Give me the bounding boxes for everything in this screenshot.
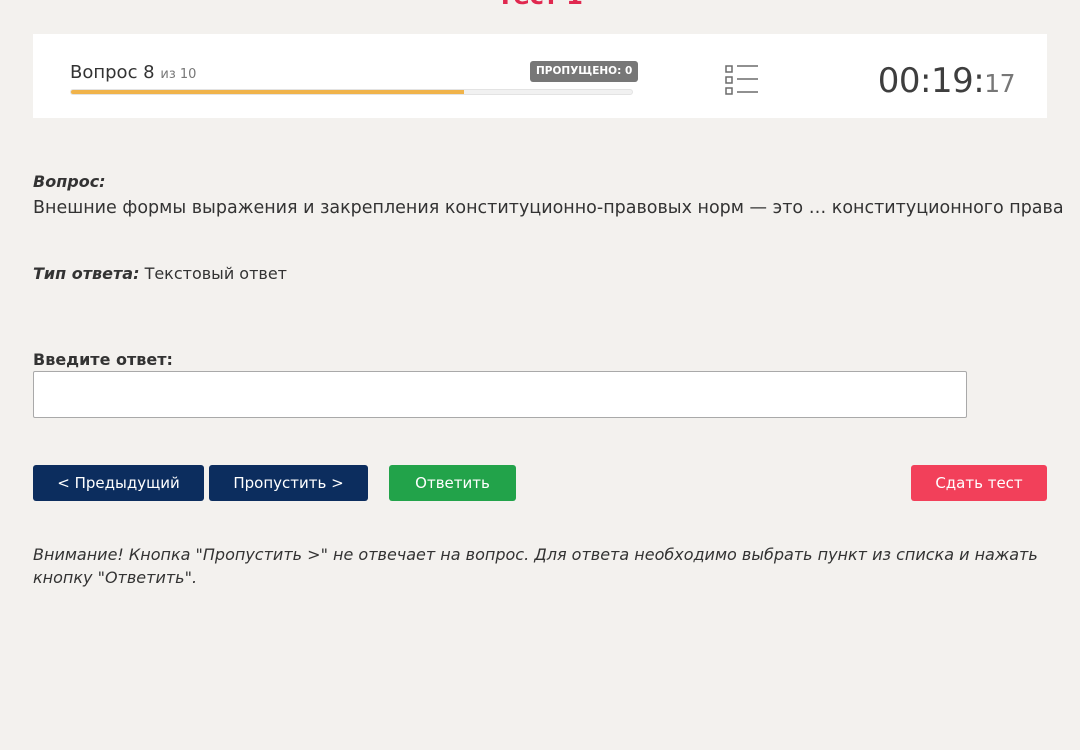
skipped-count-badge: ПРОПУЩЕНО: 0 [530,61,639,82]
question-total: из 10 [160,67,197,82]
question-text: Внешние формы выражения и закрепления ко… [33,198,1064,218]
question-counter: Вопрос 8 из 10 [70,62,196,83]
test-status-panel: Вопрос 8 из 10 ПРОПУЩЕНО: 0 00:19:17 [33,34,1047,118]
test-timer: 00:19:17 [877,61,1016,101]
answer-input[interactable] [33,371,967,418]
page-title: Тест 1 [0,0,1080,8]
answer-input-label: Введите ответ: [33,350,173,369]
skip-warning-notice: Внимание! Кнопка "Пропустить >" не отвеч… [33,545,1038,587]
progress-bar-fill [71,90,464,94]
question-label: Вопрос: [33,172,106,191]
answer-type: Тип ответа: Текстовый ответ [33,264,287,283]
finish-test-button[interactable]: Сдать тест [911,465,1047,501]
answer-button[interactable]: Ответить [389,465,516,501]
skip-button[interactable]: Пропустить > [209,465,368,501]
progress-bar [70,89,633,95]
previous-button[interactable]: < Предыдущий [33,465,204,501]
answer-type-label: Тип ответа: [33,264,140,283]
answer-type-value: Текстовый ответ [144,264,287,283]
timer-ms: 17 [984,69,1015,98]
question-number: Вопрос 8 [70,62,155,83]
timer-main: 00:19: [877,61,985,101]
question-list-button[interactable] [723,63,761,97]
list-icon [725,65,758,95]
